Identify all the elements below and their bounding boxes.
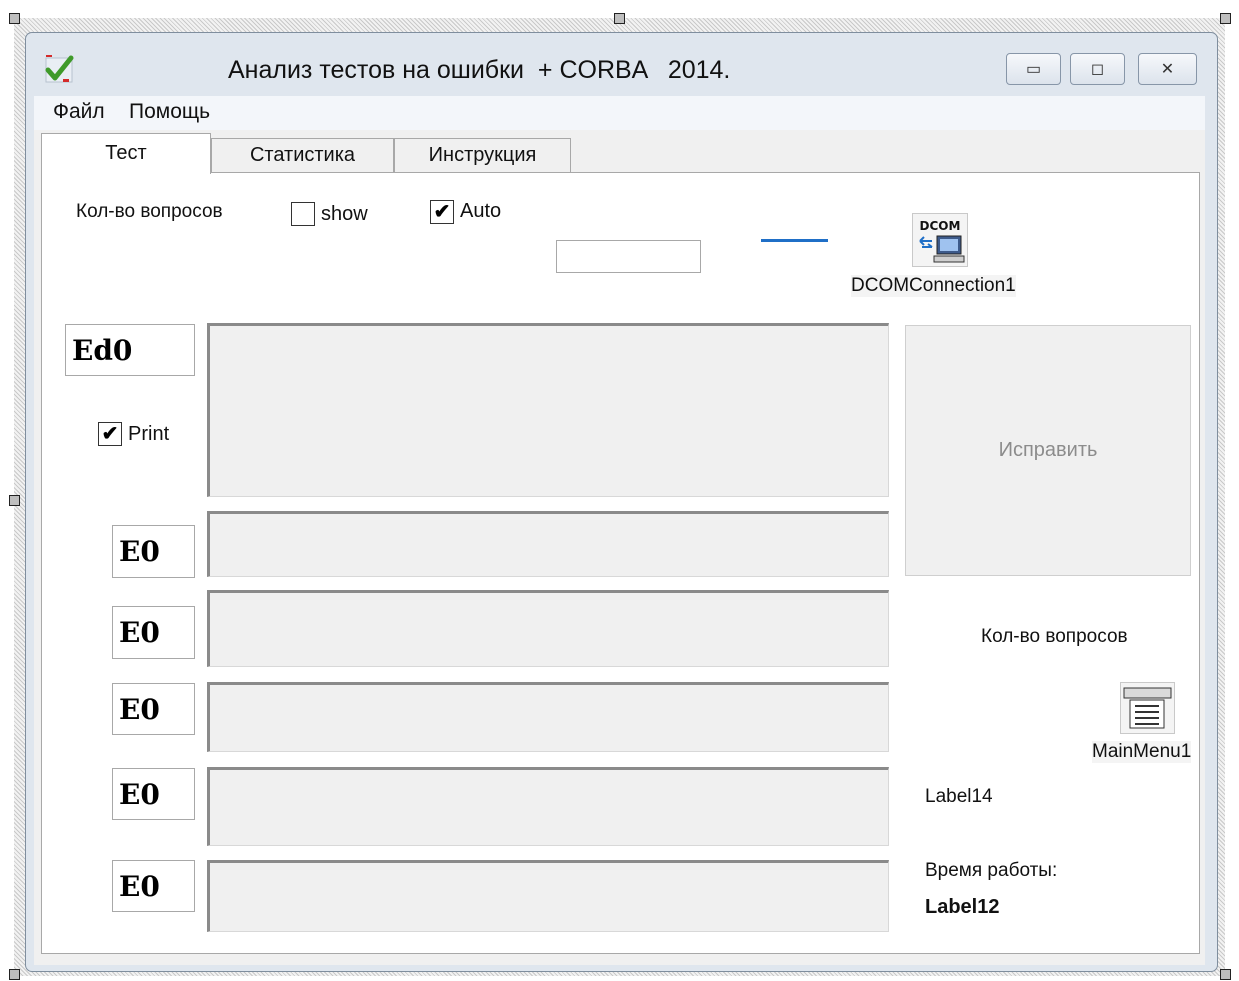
tab-test[interactable]: Тест xyxy=(41,133,211,174)
dcom-connection-label: DCOMConnection1 xyxy=(851,275,1016,297)
menu-help[interactable]: Помощь xyxy=(129,100,210,124)
checkmark-icon: ✔ xyxy=(433,201,451,223)
resize-handle-bottom-right[interactable] xyxy=(1220,969,1231,980)
answer-memo-5[interactable] xyxy=(207,860,889,932)
resize-handle-bottom-left[interactable] xyxy=(9,969,20,980)
question-count-label: Кол-во вопросов xyxy=(76,201,223,222)
auto-checkbox-label[interactable]: Auto xyxy=(460,200,501,223)
checkmark-icon: ✔ xyxy=(101,423,119,445)
question-memo[interactable] xyxy=(207,323,889,497)
answer-edit-1[interactable]: E0 xyxy=(112,525,195,578)
answer-memo-2[interactable] xyxy=(207,590,889,667)
resize-handle-middle-left[interactable] xyxy=(9,495,20,506)
auto-checkbox[interactable]: ✔ xyxy=(430,200,454,224)
label12: Label12 xyxy=(925,896,1000,918)
svg-text:DCOM: DCOM xyxy=(920,219,961,233)
resize-handle-top-right[interactable] xyxy=(1220,13,1231,24)
main-edit-box[interactable]: Ed0 xyxy=(65,324,195,376)
print-checkbox[interactable]: ✔ xyxy=(98,422,122,446)
resize-handle-top-left[interactable] xyxy=(9,13,20,24)
answer-edit-3[interactable]: E0 xyxy=(112,683,195,735)
restore-icon: ◻ xyxy=(1090,61,1105,78)
dcom-connection-icon[interactable]: DCOM xyxy=(912,213,968,267)
show-checkbox[interactable] xyxy=(291,202,315,226)
check-app-icon xyxy=(43,52,77,86)
work-time-label: Время работы: xyxy=(925,860,1058,881)
answer-memo-1[interactable] xyxy=(207,511,889,577)
label14: Label14 xyxy=(925,786,993,807)
close-icon: ✕ xyxy=(1160,61,1175,78)
restore-button[interactable]: ◻ xyxy=(1070,53,1125,85)
auto-value-input[interactable] xyxy=(556,240,701,273)
resize-handle-top-center[interactable] xyxy=(614,13,625,24)
show-checkbox-label[interactable]: show xyxy=(321,203,368,226)
tab-statistics[interactable]: Статистика xyxy=(211,138,394,173)
main-menu-label: MainMenu1 xyxy=(1092,741,1192,763)
tab-instructions[interactable]: Инструкция xyxy=(394,138,571,173)
fix-button[interactable]: Исправить xyxy=(905,325,1191,576)
window-title: Анализ тестов на ошибки + CORBA 2014. xyxy=(228,56,731,84)
answer-edit-4[interactable]: E0 xyxy=(112,768,195,820)
answer-edit-2[interactable]: E0 xyxy=(112,606,195,659)
minimize-button[interactable]: ▭ xyxy=(1006,53,1061,85)
main-menu-icon[interactable] xyxy=(1120,682,1175,734)
answer-edit-5[interactable]: E0 xyxy=(112,860,195,912)
close-button[interactable]: ✕ xyxy=(1138,53,1197,85)
question-count-label-2: Кол-во вопросов xyxy=(981,626,1128,647)
menu-file[interactable]: Файл xyxy=(53,100,105,124)
answer-memo-3[interactable] xyxy=(207,682,889,752)
connection-line xyxy=(761,239,828,242)
answer-memo-4[interactable] xyxy=(207,767,889,846)
print-checkbox-label[interactable]: Print xyxy=(128,423,169,446)
minimize-icon: ▭ xyxy=(1025,61,1042,78)
